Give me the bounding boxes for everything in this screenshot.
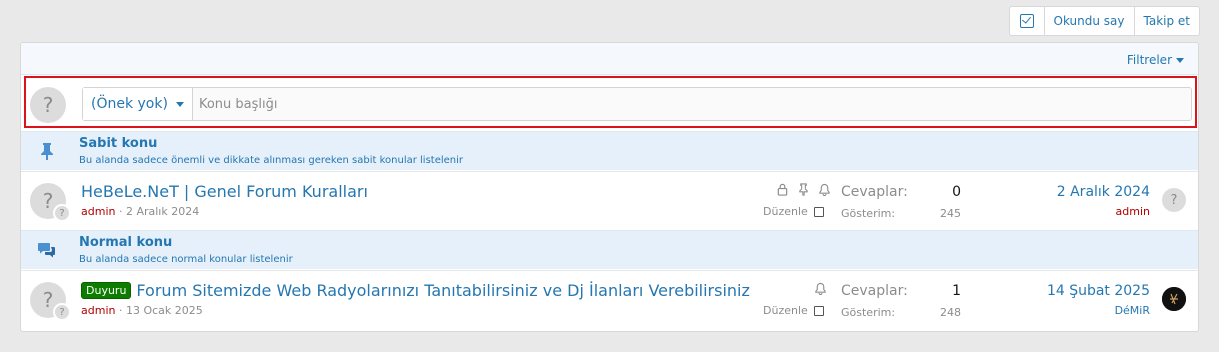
section-title: Normal konu bbox=[79, 235, 173, 250]
thread-edit: Düzenle bbox=[763, 205, 824, 218]
last-poster-name[interactable]: DéMiR bbox=[1115, 304, 1150, 317]
quick-thread-form: ? (Önek yok) bbox=[24, 76, 1197, 128]
last-poster-name[interactable]: admin bbox=[1116, 205, 1150, 218]
thread-date: · 13 Ocak 2025 bbox=[118, 304, 203, 317]
thread-list-block: Filtreler ? (Önek yok) Sabit konu Bu ala… bbox=[20, 42, 1199, 332]
thumbtack-icon bbox=[41, 143, 53, 160]
bell-icon bbox=[819, 183, 830, 196]
section-description: Bu alanda sadece önemli ve dikkate alınm… bbox=[79, 155, 464, 166]
thread-edit: Düzenle bbox=[763, 304, 824, 317]
select-threads-button[interactable] bbox=[1010, 7, 1044, 35]
replies-count: 0 bbox=[952, 184, 961, 200]
lock-icon bbox=[777, 183, 788, 196]
views-label: Gösterim: bbox=[841, 207, 896, 220]
thread-select-checkbox[interactable] bbox=[813, 305, 824, 316]
thread-date: · 2 Aralık 2024 bbox=[118, 205, 200, 218]
prefix-select[interactable]: (Önek yok) bbox=[83, 88, 193, 120]
mark-read-button[interactable]: Okundu say bbox=[1043, 7, 1134, 35]
last-poster-avatar[interactable] bbox=[1162, 287, 1186, 311]
thread-title-input[interactable] bbox=[192, 88, 1191, 120]
prefix-select-label: (Önek yok) bbox=[91, 96, 168, 112]
caret-down-icon bbox=[1176, 57, 1184, 63]
comments-icon bbox=[38, 243, 55, 258]
avatar: ? bbox=[30, 87, 66, 123]
checkbox-icon bbox=[1019, 14, 1034, 28]
thread-author[interactable]: admin bbox=[81, 304, 115, 317]
filters-label: Filtreler bbox=[1126, 53, 1172, 67]
last-post-date[interactable]: 2 Aralık 2024 bbox=[1057, 184, 1150, 200]
thread-status-icons bbox=[814, 282, 827, 295]
replies-count: 1 bbox=[952, 283, 961, 299]
filters-dropdown[interactable]: Filtreler bbox=[1127, 53, 1184, 67]
thread-title-link[interactable]: Duyuru Forum Sitemizde Web Radyolarınızı… bbox=[81, 281, 750, 300]
last-poster-mini-avatar[interactable]: ? bbox=[53, 303, 71, 321]
last-post-date[interactable]: 14 Şubat 2025 bbox=[1047, 283, 1150, 299]
filter-bar: Filtreler bbox=[21, 43, 1198, 75]
caret-down-icon bbox=[175, 101, 184, 107]
thread-row: ? ? Duyuru Forum Sitemizde Web Radyoları… bbox=[21, 270, 1198, 328]
replies-label: Cevaplar: bbox=[841, 184, 908, 200]
edit-link[interactable]: Düzenle bbox=[763, 205, 808, 218]
sticky-threads-separator: Sabit konu Bu alanda sadece önemli ve di… bbox=[21, 131, 1198, 170]
thread-status-icons bbox=[776, 183, 831, 196]
replies-label: Cevaplar: bbox=[841, 283, 908, 299]
thread-title: Forum Sitemizde Web Radyolarınızı Tanıta… bbox=[136, 281, 750, 300]
thread-select-checkbox[interactable] bbox=[813, 206, 824, 217]
views-count: 245 bbox=[940, 207, 961, 220]
prefix-badge[interactable]: Duyuru bbox=[81, 282, 132, 299]
views-label: Gösterim: bbox=[841, 306, 896, 319]
thread-row: ? ? HeBeLe.NeT | Genel Forum Kuralları a… bbox=[21, 171, 1198, 229]
thread-list-toolbar: Okundu say Takip et bbox=[1008, 6, 1200, 36]
section-title: Sabit konu bbox=[79, 136, 158, 151]
thread-title-link[interactable]: HeBeLe.NeT | Genel Forum Kuralları bbox=[81, 182, 368, 201]
user-photo-icon bbox=[1162, 287, 1186, 311]
bell-icon bbox=[815, 282, 826, 295]
thread-title: HeBeLe.NeT | Genel Forum Kuralları bbox=[81, 182, 368, 201]
edit-link[interactable]: Düzenle bbox=[763, 304, 808, 317]
views-count: 248 bbox=[940, 306, 961, 319]
thread-author[interactable]: admin bbox=[81, 205, 115, 218]
last-poster-mini-avatar[interactable]: ? bbox=[53, 204, 71, 222]
thread-meta: admin · 2 Aralık 2024 bbox=[81, 205, 199, 218]
pin-icon bbox=[799, 183, 808, 196]
thread-meta: admin · 13 Ocak 2025 bbox=[81, 304, 203, 317]
watch-forum-button[interactable]: Takip et bbox=[1133, 7, 1200, 35]
section-description: Bu alanda sadece normal konular listelen… bbox=[79, 254, 293, 265]
quick-thread-input-group: (Önek yok) bbox=[82, 87, 1192, 121]
normal-threads-separator: Normal konu Bu alanda sadece normal konu… bbox=[21, 230, 1198, 269]
last-poster-avatar[interactable]: ? bbox=[1162, 188, 1186, 212]
